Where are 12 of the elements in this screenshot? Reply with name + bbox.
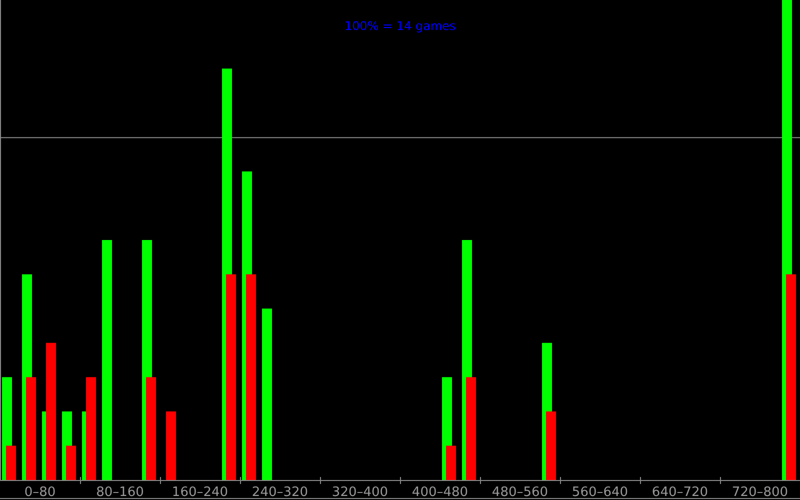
chart-title: 100% = 14 games <box>344 19 456 33</box>
axis-label: 240–320 <box>252 485 308 500</box>
axis-label: 400–480 <box>412 485 468 500</box>
axis-label: 720–800 <box>732 485 788 500</box>
axis-label: 640–720 <box>652 485 708 500</box>
axis-label: 480–560 <box>492 485 548 500</box>
axis-label: 0–80 <box>24 485 56 500</box>
bar <box>166 411 176 480</box>
axis-label: 320–400 <box>332 485 388 500</box>
axis-label: 560–640 <box>572 485 628 500</box>
axis-label: 80–160 <box>96 485 144 500</box>
axis-label: 160–240 <box>172 485 228 500</box>
